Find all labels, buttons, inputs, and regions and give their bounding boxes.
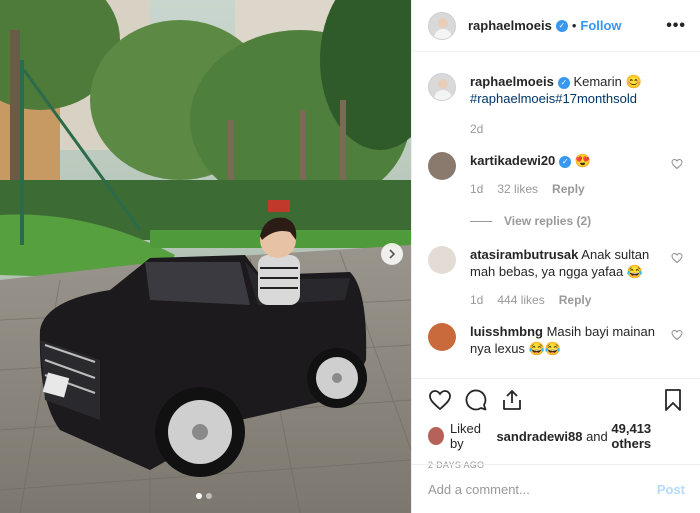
post-photo[interactable]: [0, 0, 411, 513]
follow-button[interactable]: Follow: [580, 18, 621, 33]
comment-item: atasirambutrusak Anak sultan mah bebas, …: [428, 246, 685, 309]
likes-middle: and: [586, 428, 608, 444]
share-icon[interactable]: [500, 388, 524, 412]
carousel-dot: [206, 493, 212, 499]
post-actions: Liked by sandradewi88 and 49,413 others …: [412, 378, 700, 470]
comment-input[interactable]: [428, 481, 657, 497]
action-icons: [428, 387, 685, 413]
caption-body: raphaelmoeis ✓ Kemarin 😊 #raphaelmoeis#17…: [470, 73, 685, 138]
comment-username[interactable]: kartikadewi20: [470, 153, 555, 168]
comment-username[interactable]: atasirambutrusak: [470, 247, 578, 262]
comment-time[interactable]: 1d: [470, 181, 483, 198]
likes-prefix: Liked by: [449, 421, 482, 451]
more-options-button[interactable]: •••: [666, 17, 686, 35]
chevron-right-icon: [389, 249, 396, 259]
comment-text: 😍: [574, 153, 592, 168]
photo-illustration: [0, 0, 411, 513]
heart-icon[interactable]: [671, 252, 683, 264]
likes-summary[interactable]: Liked by sandradewi88 and 49,413 others: [428, 421, 685, 451]
avatar[interactable]: [428, 323, 456, 351]
caption-text: Kemarin 😊: [573, 74, 642, 89]
avatar: [428, 427, 444, 445]
caption-meta: 2d: [470, 121, 663, 138]
divider: [470, 220, 492, 222]
carousel-dot-active: [196, 493, 202, 499]
comment-likes[interactable]: 444 likes: [497, 292, 544, 309]
comment-item: kartikadewi20 ✓ 😍 1d 32 likes Reply: [428, 152, 685, 198]
caption: raphaelmoeis ✓ Kemarin 😊 #raphaelmoeis#17…: [428, 73, 685, 138]
reply-button[interactable]: Reply: [559, 292, 592, 309]
caption-time[interactable]: 2d: [470, 121, 483, 138]
next-photo-button[interactable]: [381, 243, 403, 265]
view-replies-label: View replies (2): [504, 214, 592, 228]
comment-body: luisshmbng Masih bayi mainan nya lexus 😂…: [470, 323, 685, 357]
comment-body: kartikadewi20 ✓ 😍 1d 32 likes Reply: [470, 152, 685, 198]
comment-body: atasirambutrusak Anak sultan mah bebas, …: [470, 246, 685, 309]
bookmark-icon[interactable]: [661, 388, 685, 412]
heart-icon[interactable]: [428, 388, 452, 412]
likes-others[interactable]: 49,413 others: [611, 421, 685, 451]
add-comment-bar: Post: [412, 464, 700, 513]
heart-icon[interactable]: [671, 329, 683, 341]
comment-item: luisshmbng Masih bayi mainan nya lexus 😂…: [428, 323, 685, 357]
verified-badge-icon: ✓: [555, 19, 568, 32]
avatar[interactable]: [428, 152, 456, 180]
header-separator: •: [571, 18, 577, 33]
carousel-indicator: [196, 493, 212, 499]
verified-badge-icon: ✓: [559, 155, 572, 168]
header-username[interactable]: raphaelmoeis: [468, 18, 552, 33]
comment-time[interactable]: 1d: [470, 292, 483, 309]
verified-badge-icon: ✓: [557, 76, 570, 89]
view-replies-button[interactable]: View replies (2): [470, 214, 685, 228]
caption-hashtags[interactable]: #raphaelmoeis#17monthsold: [470, 91, 637, 106]
reply-button[interactable]: Reply: [552, 181, 585, 198]
comment-likes[interactable]: 32 likes: [497, 181, 538, 198]
comments-list[interactable]: raphaelmoeis ✓ Kemarin 😊 #raphaelmoeis#17…: [412, 53, 700, 378]
avatar[interactable]: [428, 73, 456, 101]
post-button[interactable]: Post: [657, 482, 685, 497]
avatar[interactable]: [428, 246, 456, 274]
post-side-panel: raphaelmoeis ✓ • Follow ••• raphaelmoeis…: [411, 0, 700, 513]
comment-meta: 1d 32 likes Reply: [470, 181, 663, 198]
heart-icon[interactable]: [671, 158, 683, 170]
liked-by-username[interactable]: sandradewi88: [496, 429, 582, 444]
comment-username[interactable]: luisshmbng: [470, 324, 543, 339]
avatar[interactable]: [428, 11, 456, 40]
comment-icon[interactable]: [464, 388, 488, 412]
comment-meta: 1d 444 likes Reply: [470, 292, 663, 309]
post-header: raphaelmoeis ✓ • Follow •••: [412, 0, 700, 52]
caption-username[interactable]: raphaelmoeis: [470, 74, 554, 89]
